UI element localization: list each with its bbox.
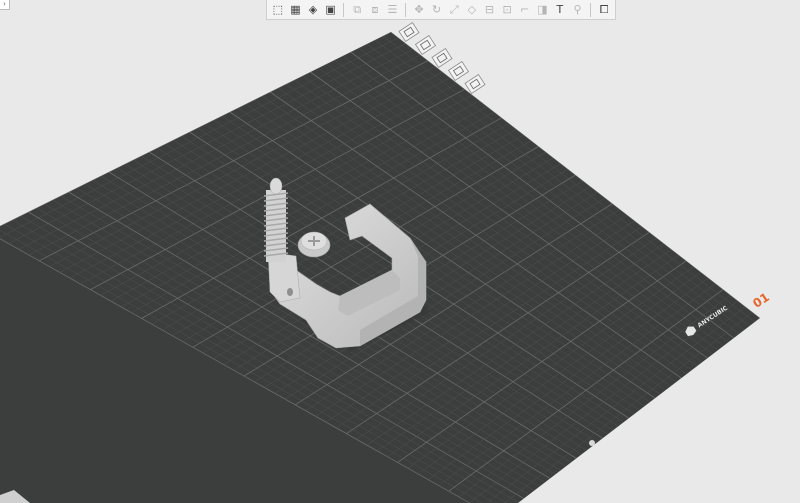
- model-boss-hole: [287, 288, 293, 296]
- model-screw[interactable]: [263, 177, 289, 262]
- view-icon-frame: [447, 61, 470, 81]
- supports-paint-button[interactable]: ⊡: [499, 1, 516, 18]
- plate-number-label: 01: [750, 290, 772, 311]
- 3d-viewport[interactable]: ANYCUBIC 01: [0, 0, 800, 503]
- split-parts-icon: ⧈: [371, 2, 379, 16]
- plate-mounting-hole: [589, 440, 595, 446]
- assembly-view-icon: ⧠: [599, 2, 609, 16]
- move-button[interactable]: ✥: [411, 1, 428, 18]
- measure-button[interactable]: ⚲: [569, 1, 586, 18]
- text-button[interactable]: T: [552, 1, 569, 18]
- view-icon-frame: [431, 48, 453, 68]
- text-icon: T: [556, 3, 564, 16]
- view-front-icon[interactable]: [431, 48, 453, 68]
- lay-on-face-icon: ◇: [467, 3, 477, 16]
- window-corner-button[interactable]: ›: [0, 0, 10, 10]
- scale-button[interactable]: ⤢: [446, 1, 463, 18]
- cut-button[interactable]: ⊟: [481, 1, 498, 18]
- main-toolbar: ⬚ ▦ ◈ ▣ ⧉ ⧈ ☰ ✥ ↻ ⤢ ◇ ⊟ ⊡ ⌐ ◨ T ⚲ ⧠: [266, 0, 616, 20]
- view-icon-frame: [398, 22, 420, 42]
- split-parts-button[interactable]: ⧈: [367, 1, 384, 18]
- toolbar-separator: [590, 2, 592, 17]
- supports-paint-icon: ⊡: [502, 3, 512, 16]
- layers-icon: ☰: [387, 3, 398, 16]
- build-plate[interactable]: [0, 32, 760, 503]
- seam-paint-button[interactable]: ⌐: [516, 1, 533, 18]
- toolbar-separator: [343, 2, 345, 17]
- move-icon: ✥: [414, 3, 424, 16]
- model-screw-tip: [269, 177, 283, 195]
- auto-orient-icon: ◈: [308, 3, 318, 16]
- cut-icon: ⊟: [484, 3, 495, 16]
- rotate-icon: ↻: [432, 3, 442, 16]
- view-top-icon[interactable]: [414, 35, 437, 55]
- arrange-icon: ▣: [325, 3, 336, 16]
- view-icon-frame: [464, 74, 486, 94]
- rotate-button[interactable]: ↻: [428, 1, 445, 18]
- view-icon-frame: [414, 35, 437, 55]
- auto-orient-button[interactable]: ◈: [305, 1, 322, 18]
- measure-icon: ⚲: [573, 3, 582, 16]
- view-left-icon[interactable]: [447, 61, 470, 81]
- scale-icon: ⤢: [449, 2, 459, 16]
- split-objects-button[interactable]: ⧉: [349, 1, 366, 18]
- seam-paint-icon: ⌐: [520, 3, 530, 16]
- assembly-view-button[interactable]: ⧠: [596, 1, 613, 18]
- add-object-icon: ⬚: [272, 3, 283, 16]
- view-right-icon[interactable]: [464, 74, 486, 94]
- view-iso-icon[interactable]: [398, 22, 420, 42]
- lay-on-face-button[interactable]: ◇: [464, 1, 481, 18]
- color-paint-button[interactable]: ◨: [534, 1, 551, 18]
- color-paint-icon: ◨: [537, 3, 548, 16]
- split-objects-icon: ⧉: [353, 2, 362, 16]
- grid-icon: ▦: [290, 3, 301, 16]
- grid-button[interactable]: ▦: [287, 1, 304, 18]
- layers-button[interactable]: ☰: [384, 1, 401, 18]
- add-object-button[interactable]: ⬚: [270, 1, 287, 18]
- arrange-button[interactable]: ▣: [322, 1, 339, 18]
- toolbar-separator: [405, 2, 407, 17]
